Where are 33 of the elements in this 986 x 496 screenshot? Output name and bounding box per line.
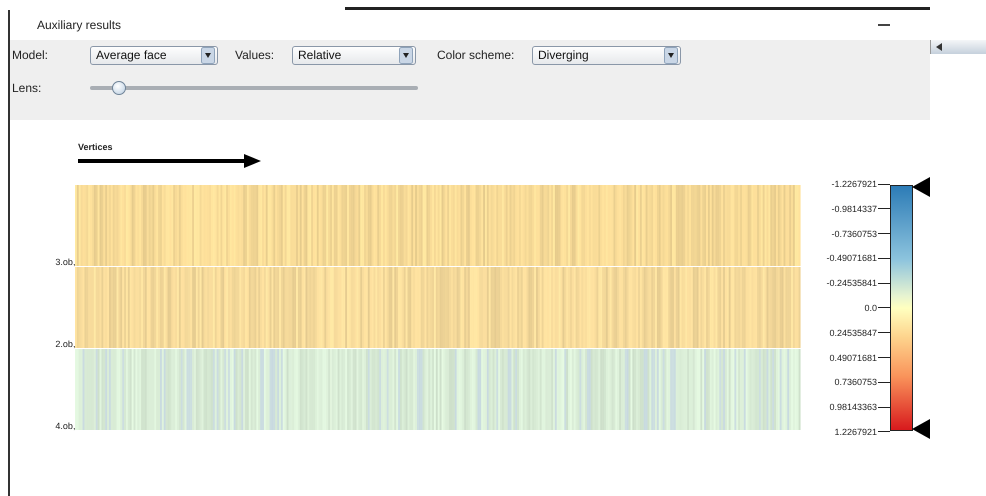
left-arrow-icon xyxy=(935,43,943,51)
row-label: 4.ob, xyxy=(54,420,76,431)
legend-tick-label: -0.9814337 xyxy=(831,204,877,214)
legend-tick-label: 0.24535847 xyxy=(829,328,877,338)
caret-icon xyxy=(664,46,678,64)
legend-tick-label: 0.7360753 xyxy=(834,377,877,388)
scroll-arrow-widget[interactable] xyxy=(930,40,986,54)
lens-slider[interactable] xyxy=(90,81,418,95)
legend-tick-label: 0.0 xyxy=(864,302,877,313)
range-handle[interactable] xyxy=(912,177,930,197)
row-label: 3.ob, xyxy=(54,256,76,267)
row-label: 2.ob, xyxy=(54,338,76,349)
legend-tick-label: -0.24535841 xyxy=(826,278,877,288)
control-label: Values: xyxy=(235,48,276,62)
lens-label: Lens: xyxy=(12,81,42,95)
dropdown[interactable]: Relative xyxy=(292,46,416,64)
legend-tick-label: 0.49071681 xyxy=(829,352,877,363)
dropdown[interactable]: Average face xyxy=(90,46,218,64)
slider-thumb[interactable] xyxy=(112,81,126,95)
legend-tick-label: 1.2267921 xyxy=(834,426,877,437)
control-label: Color scheme: xyxy=(437,48,516,62)
caret-icon xyxy=(399,46,413,64)
legend-tick-label: -1.2267921 xyxy=(831,179,877,189)
axis-label: Vertices xyxy=(78,142,114,152)
window-title: Auxiliary results xyxy=(37,18,122,32)
dropdown[interactable]: Diverging xyxy=(532,46,681,64)
caret-icon xyxy=(201,46,215,64)
control-label: Model: xyxy=(12,48,50,62)
legend-tick-label: -0.49071681 xyxy=(826,253,877,264)
legend-tick-label: 0.98143363 xyxy=(829,402,877,412)
range-handle[interactable] xyxy=(912,419,930,439)
minimize-icon[interactable] xyxy=(878,24,890,26)
legend-tick-label: -0.7360753 xyxy=(831,228,877,239)
